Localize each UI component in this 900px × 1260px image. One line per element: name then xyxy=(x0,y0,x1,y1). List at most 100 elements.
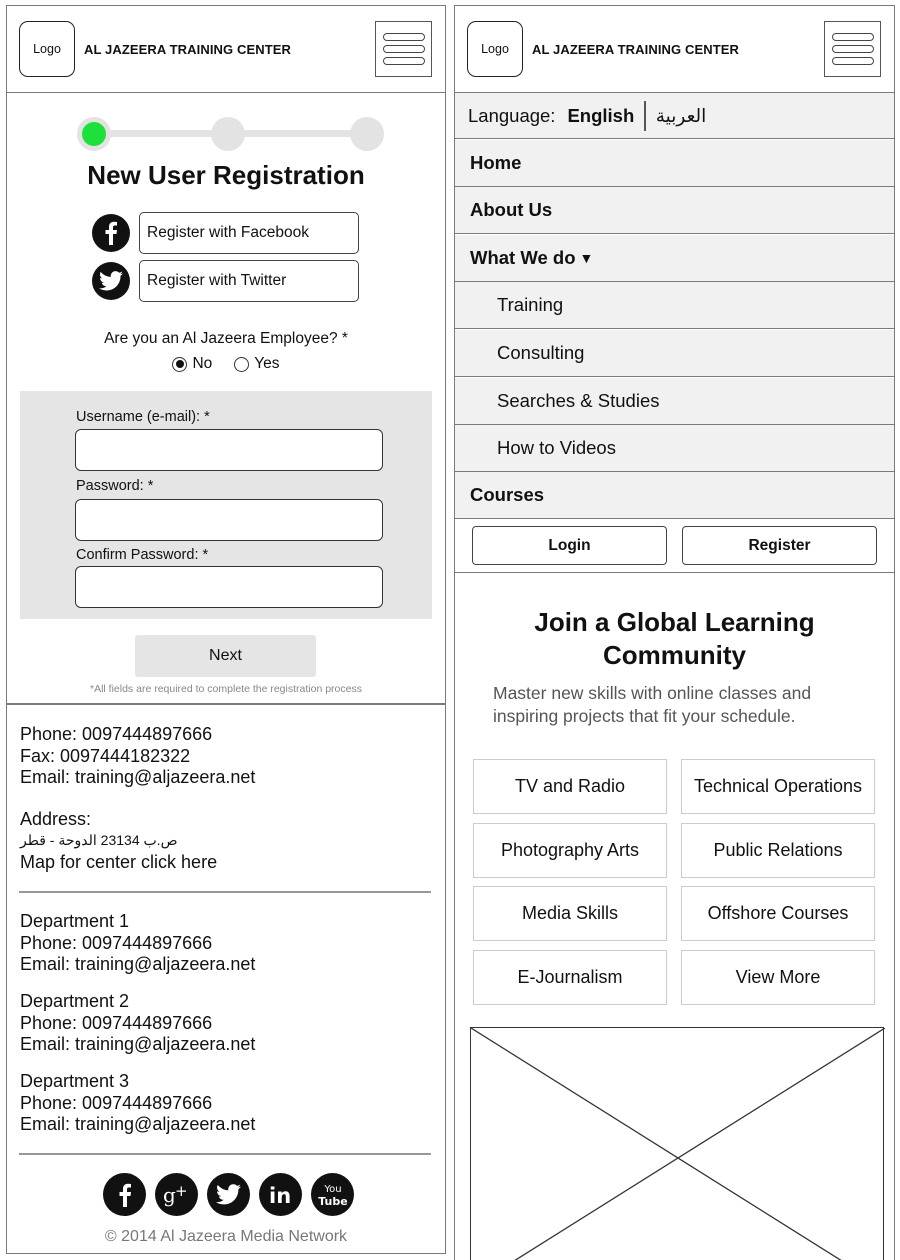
copyright: © 2014 Al Jazeera Media Network xyxy=(104,1228,348,1245)
language-separator xyxy=(644,100,646,131)
nav-about-us[interactable]: About Us xyxy=(455,187,894,234)
category-view-more[interactable]: View More xyxy=(681,950,875,1005)
category-tv-and-radio[interactable]: TV and Radio xyxy=(473,759,667,814)
footer-divider xyxy=(19,1153,431,1155)
contact-info: Phone: 0097444897666 Fax: 0097444182322 … xyxy=(20,724,255,873)
password-label: Password: * xyxy=(76,478,154,494)
nav-label: Courses xyxy=(470,484,545,505)
nav-sub-how-to-videos[interactable]: How to Videos xyxy=(455,425,894,472)
department-name: Department 3 xyxy=(20,1071,130,1091)
nav-label: Training xyxy=(497,294,564,315)
youtube-icon[interactable]: You Tube xyxy=(311,1173,354,1216)
language-english[interactable]: English xyxy=(567,105,634,127)
nav-sub-consulting[interactable]: Consulting xyxy=(455,330,894,377)
category-technical-operations[interactable]: Technical Operations xyxy=(681,759,875,814)
nav-courses[interactable]: Courses xyxy=(455,472,894,519)
map-link[interactable]: Map for center click here xyxy=(20,852,255,874)
department-phone: Phone: 0097444897666 xyxy=(20,1012,213,1033)
username-label: Username (e-mail): * xyxy=(76,409,210,425)
radio-option-yes[interactable]: Yes xyxy=(234,355,280,373)
logo[interactable]: Logo xyxy=(19,21,75,77)
hamburger-menu-button[interactable] xyxy=(824,21,881,77)
confirm-password-label: Confirm Password: * xyxy=(76,547,209,563)
nav-label: How to Videos xyxy=(497,437,616,458)
nav-label: Searches & Studies xyxy=(497,390,660,411)
facebook-register-row: Register with Facebook xyxy=(92,212,359,254)
hero-subtitle-line-1: Master new skills with online classes an… xyxy=(493,683,812,703)
department-1: Department 1 Phone: 0097444897666 Email:… xyxy=(20,911,255,976)
nav-label: What We do xyxy=(470,247,576,268)
department-phone: Phone: 0097444897666 xyxy=(20,932,213,953)
contact-divider xyxy=(19,891,431,893)
radio-option-no[interactable]: No xyxy=(172,355,212,373)
password-input[interactable] xyxy=(75,499,383,541)
nav-label: About Us xyxy=(470,199,553,220)
language-selector: Language: English العربية xyxy=(455,93,894,139)
hero-subtitle: Master new skills with online classes an… xyxy=(493,682,873,728)
progress-step-2 xyxy=(211,117,245,151)
address-value: ص.ب 23134 الدوحة - قطر xyxy=(20,832,178,848)
login-button[interactable]: Login xyxy=(472,526,667,565)
caret-down-icon: ▼ xyxy=(579,250,594,266)
employee-radio-group: No Yes xyxy=(7,355,445,373)
language-arabic[interactable]: العربية xyxy=(656,105,707,127)
nav-sub-training[interactable]: Training xyxy=(455,282,894,329)
menu-home-screen: Logo AL JAZEERA TRAINING CENTER Language… xyxy=(454,5,895,1260)
contact-phone: Phone: 0097444897666 xyxy=(20,724,213,744)
auth-buttons: Login Register xyxy=(455,520,894,573)
username-input[interactable] xyxy=(75,429,383,471)
contact-email: Email: training@aljazeera.net xyxy=(20,767,256,787)
department-email: Email: training@aljazeera.net xyxy=(20,954,256,974)
category-offshore-courses[interactable]: Offshore Courses xyxy=(681,886,875,941)
twitter-register-row: Register with Twitter xyxy=(92,260,359,302)
nav-label: Consulting xyxy=(497,342,585,363)
logo[interactable]: Logo xyxy=(467,21,523,77)
twitter-icon[interactable] xyxy=(207,1173,250,1216)
site-title: AL JAZEERA TRAINING CENTER xyxy=(532,42,740,57)
register-with-facebook-button[interactable]: Register with Facebook xyxy=(139,212,359,254)
social-links: g + in You Tube xyxy=(103,1173,354,1216)
svg-text:Tube: Tube xyxy=(318,1195,347,1208)
address-label: Address: xyxy=(20,808,92,829)
facebook-icon[interactable] xyxy=(103,1173,146,1216)
nav-home[interactable]: Home xyxy=(455,140,894,187)
language-label: Language: xyxy=(468,104,556,126)
twitter-icon xyxy=(92,262,130,300)
site-title: AL JAZEERA TRAINING CENTER xyxy=(84,42,292,57)
category-e-journalism[interactable]: E-Journalism xyxy=(473,950,667,1005)
google-plus-icon[interactable]: g + xyxy=(155,1173,198,1216)
logo-text: Logo xyxy=(481,42,509,56)
radio-yes[interactable] xyxy=(234,356,250,372)
category-public-relations[interactable]: Public Relations xyxy=(681,823,875,878)
hamburger-menu-button[interactable] xyxy=(375,21,432,77)
register-button[interactable]: Register xyxy=(682,526,877,565)
progress-step-1 xyxy=(77,117,111,151)
hero-title-line-1: Join a Global Learning xyxy=(534,607,815,637)
radio-no[interactable] xyxy=(172,356,188,372)
category-photography-arts[interactable]: Photography Arts xyxy=(473,823,667,878)
category-media-skills[interactable]: Media Skills xyxy=(473,886,667,941)
employee-question: Are you an Al Jazeera Employee? * xyxy=(104,330,348,347)
hero-subtitle-line-2: inspiring projects that fit your schedul… xyxy=(493,706,796,726)
department-email: Email: training@aljazeera.net xyxy=(20,1034,256,1054)
confirm-password-input[interactable] xyxy=(75,566,383,608)
nav-label: Home xyxy=(470,152,522,173)
department-name: Department 1 xyxy=(20,911,130,931)
nav-sub-searches-studies[interactable]: Searches & Studies xyxy=(455,378,894,425)
header: Logo AL JAZEERA TRAINING CENTER xyxy=(7,6,445,93)
next-button[interactable]: Next xyxy=(135,635,316,677)
required-fields-note: *All fields are required to complete the… xyxy=(90,683,362,695)
register-with-twitter-button[interactable]: Register with Twitter xyxy=(139,260,359,302)
department-email: Email: training@aljazeera.net xyxy=(20,1114,256,1134)
registration-screen: Logo AL JAZEERA TRAINING CENTER New User… xyxy=(6,5,446,1254)
svg-text:+: + xyxy=(175,1182,188,1200)
radio-yes-label: Yes xyxy=(254,355,280,372)
hero-title: Join a Global Learning Community xyxy=(455,606,894,672)
linkedin-icon[interactable]: in xyxy=(259,1173,302,1216)
page-title: New User Registration xyxy=(87,160,365,190)
department-3: Department 3 Phone: 0097444897666 Email:… xyxy=(20,1071,255,1136)
nav-what-we-do[interactable]: What We do ▼ xyxy=(455,235,894,282)
contact-fax: Fax: 0097444182322 xyxy=(20,745,191,766)
image-placeholder xyxy=(470,1027,885,1260)
registration-form: Username (e-mail): * Password: * Confirm… xyxy=(20,391,432,619)
